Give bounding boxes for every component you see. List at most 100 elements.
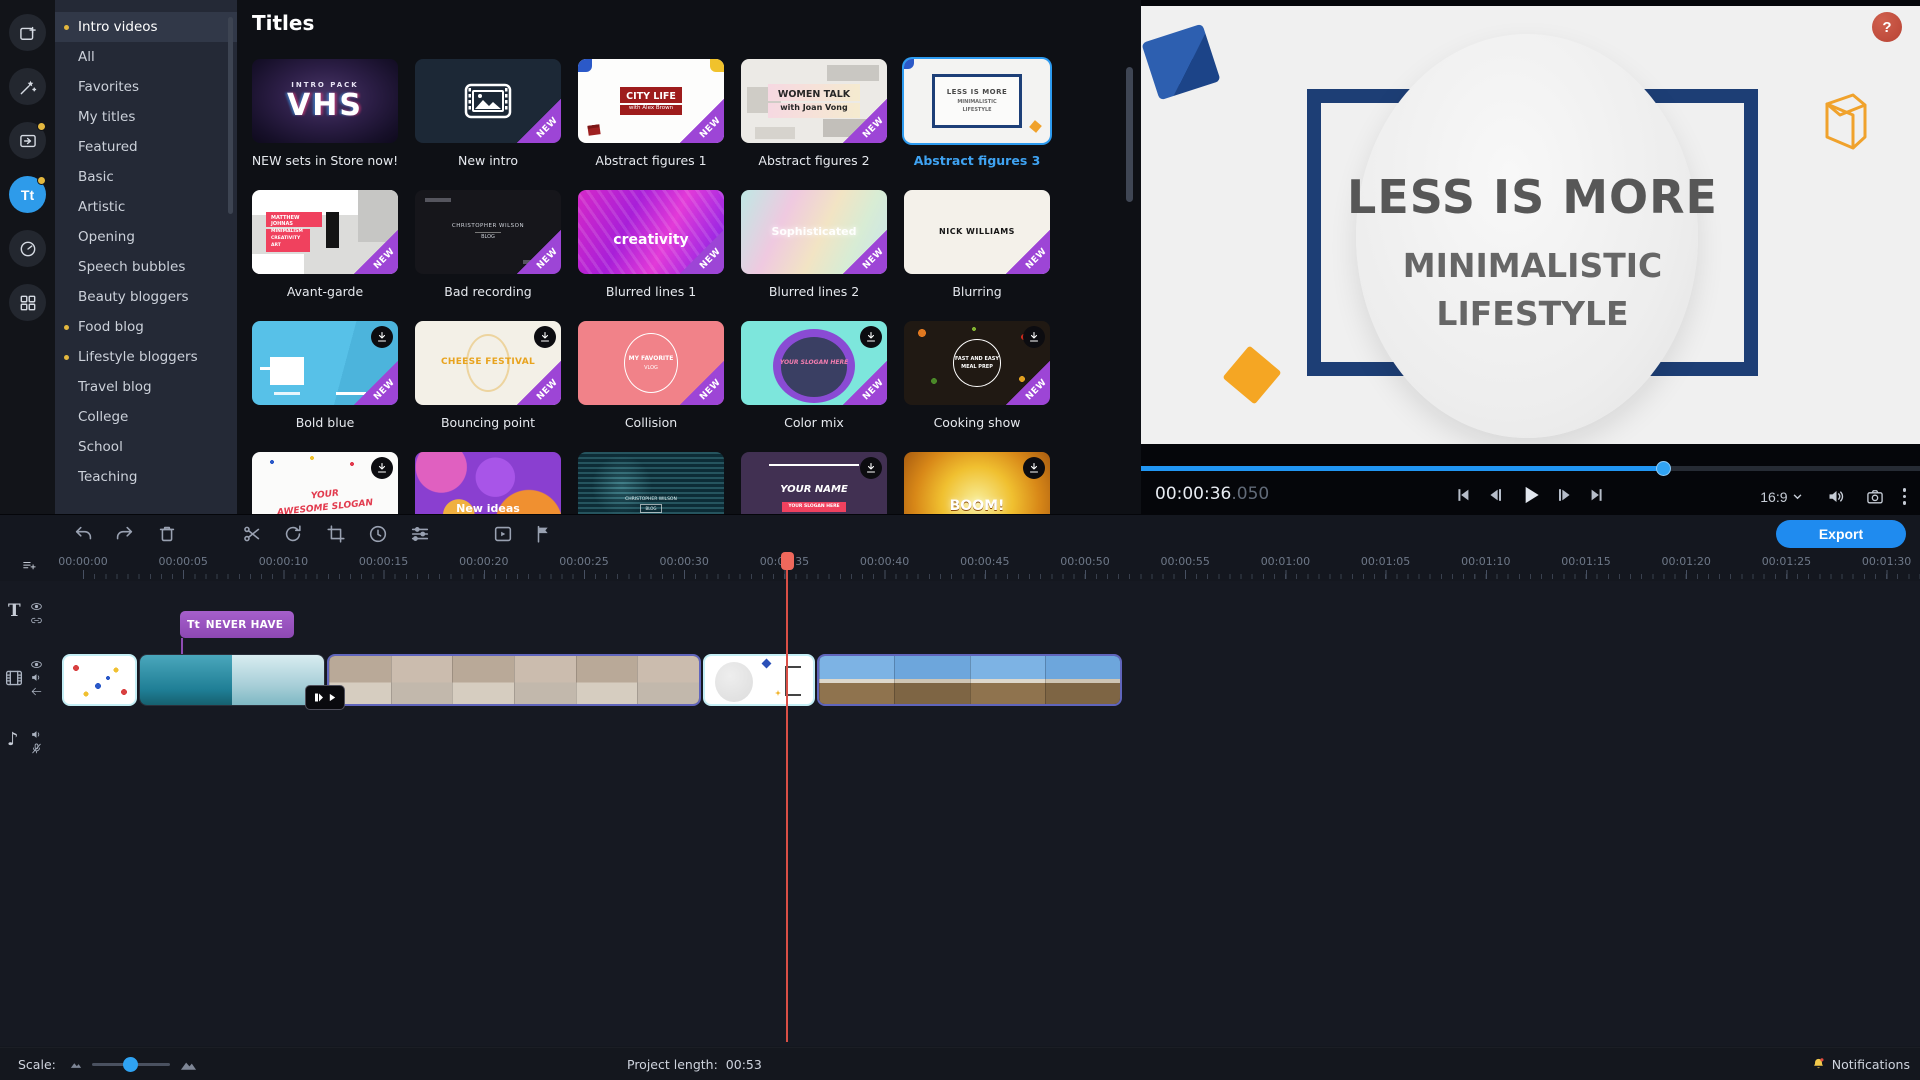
zoom-in-icon[interactable] <box>180 1059 197 1071</box>
category-item-featured[interactable]: Featured <box>55 132 237 162</box>
rail-more-tools-button[interactable] <box>9 284 46 321</box>
video-clip-city[interactable] <box>327 654 701 706</box>
title-template-bouncing-point[interactable]: CHEESE FESTIVALNEWBouncing point <box>415 321 561 452</box>
video-clip-titleframe[interactable] <box>703 654 815 706</box>
template-thumbnail[interactable]: YOURAWESOME SLOGAN <box>252 452 398 514</box>
title-template-abstract-figures-3[interactable]: LESS IS MOREMINIMALISTICLIFESTYLEAbstrac… <box>904 59 1050 190</box>
category-item-lifestyle-bloggers[interactable]: Lifestyle bloggers <box>55 342 237 372</box>
category-item-food-blog[interactable]: Food blog <box>55 312 237 342</box>
video-clip-confetti[interactable] <box>62 654 137 706</box>
transition-badge[interactable] <box>305 685 345 710</box>
category-item-travel-blog[interactable]: Travel blog <box>55 372 237 402</box>
delete-button[interactable] <box>154 521 180 547</box>
category-item-artistic[interactable]: Artistic <box>55 192 237 222</box>
category-item-favorites[interactable]: Favorites <box>55 72 237 102</box>
rotate-button[interactable] <box>280 521 306 547</box>
overlay-track-button[interactable] <box>490 521 516 547</box>
title-template-collision[interactable]: MY FAVORITEVLOGNEWCollision <box>578 321 724 452</box>
seek-handle[interactable] <box>1656 461 1671 476</box>
category-item-teaching[interactable]: Teaching <box>55 462 237 492</box>
help-button[interactable]: ? <box>1872 12 1902 42</box>
category-scrollbar[interactable] <box>228 17 233 214</box>
template-thumbnail[interactable]: YOUR NAMEYOUR SLOGAN HERE <box>741 452 887 514</box>
split-button[interactable] <box>239 521 265 547</box>
titles-scrollbar[interactable] <box>1126 0 1133 514</box>
add-track-button[interactable] <box>16 554 42 578</box>
category-item-basic[interactable]: Basic <box>55 162 237 192</box>
timeline-ruler[interactable]: 00:00:0000:00:0500:00:1000:00:1500:00:20… <box>0 552 1920 581</box>
category-item-beauty-bloggers[interactable]: Beauty bloggers <box>55 282 237 312</box>
clip-properties-button[interactable] <box>407 521 433 547</box>
template-thumbnail[interactable]: CITY LIFEwith Alex BrownNEW <box>578 59 724 143</box>
seek-bar[interactable] <box>1141 466 1920 471</box>
title-template-yourname[interactable]: YOUR NAMEYOUR SLOGAN HERE <box>741 452 887 514</box>
titles-scrollbar-thumb[interactable] <box>1126 67 1133 202</box>
notifications-button[interactable]: Notifications <box>1811 1048 1910 1080</box>
title-template-abstract-figures-2[interactable]: WOMEN TALKwith Joan VongNEWAbstract figu… <box>741 59 887 190</box>
title-template-boom[interactable]: BOOM! <box>904 452 1050 514</box>
play-button[interactable] <box>1515 480 1545 510</box>
template-thumbnail[interactable]: MATTHEW JOHNASMINIMALISM CREATIVITY ARTN… <box>252 190 398 274</box>
category-item-intro-videos[interactable]: Intro videos <box>55 12 237 42</box>
template-thumbnail[interactable]: INTRO PACKVHS <box>252 59 398 143</box>
rail-titles-button[interactable]: Tt <box>9 176 46 213</box>
zoom-slider-knob[interactable] <box>123 1057 138 1072</box>
title-template-new-intro[interactable]: NEWNew intro <box>415 59 561 190</box>
audio-track-mic-toggle[interactable] <box>30 742 43 755</box>
rail-speed-button[interactable] <box>9 230 46 267</box>
rail-filters-button[interactable] <box>9 68 46 105</box>
title-template-blurred-lines-2[interactable]: SophisticatedNEWBlurred lines 2 <box>741 190 887 321</box>
title-template-bold-blue[interactable]: NEWBold blue <box>252 321 398 452</box>
timeline-title-clip[interactable]: Tt NEVER HAVE <box>180 611 294 638</box>
template-thumbnail[interactable]: NICK WILLIAMSNEW <box>904 190 1050 274</box>
zoom-out-icon[interactable] <box>70 1060 82 1069</box>
category-item-all[interactable]: All <box>55 42 237 72</box>
template-thumbnail[interactable]: FAST AND EASYMEAL PREPNEW <box>904 321 1050 405</box>
title-track-visibility-toggle[interactable] <box>30 600 43 613</box>
template-thumbnail[interactable]: SophisticatedNEW <box>741 190 887 274</box>
category-item-opening[interactable]: Opening <box>55 222 237 252</box>
template-thumbnail[interactable]: CHEESE FESTIVALNEW <box>415 321 561 405</box>
previous-frame-button[interactable] <box>1483 483 1507 507</box>
title-template-blurring[interactable]: NICK WILLIAMSNEWBlurring <box>904 190 1050 321</box>
template-thumbnail[interactable]: LESS IS MOREMINIMALISTICLIFESTYLE <box>904 59 1050 143</box>
template-thumbnail[interactable]: creativityNEW <box>578 190 724 274</box>
category-item-school[interactable]: School <box>55 432 237 462</box>
video-clip-sea[interactable] <box>139 654 325 706</box>
title-template-new-sets-in-store-now-[interactable]: INTRO PACKVHSNEW sets in Store now! <box>252 59 398 190</box>
template-thumbnail[interactable]: YOUR SLOGAN HERENEW <box>741 321 887 405</box>
template-thumbnail[interactable]: WOMEN TALKwith Joan VongNEW <box>741 59 887 143</box>
next-frame-button[interactable] <box>1553 483 1577 507</box>
title-template-glitch[interactable]: CHRISTOPHER WILSONBLOG <box>578 452 724 514</box>
video-clip-mountain[interactable] <box>817 654 1122 706</box>
audio-track-mute-toggle[interactable] <box>30 728 43 741</box>
template-thumbnail[interactable]: New ideas <box>415 452 561 514</box>
template-thumbnail[interactable]: CHRISTOPHER WILSONBLOG <box>578 452 724 514</box>
export-button[interactable]: Export <box>1776 520 1906 548</box>
rail-import-media-button[interactable] <box>9 14 46 51</box>
title-template-bad-recording[interactable]: CHRISTOPHER WILSONBLOGNEWBad recording <box>415 190 561 321</box>
aspect-ratio-selector[interactable]: 16:9 <box>1754 488 1807 506</box>
title-track-link-toggle[interactable] <box>30 614 43 627</box>
title-template-blurred-lines-1[interactable]: creativityNEWBlurred lines 1 <box>578 190 724 321</box>
title-template-slogan[interactable]: YOURAWESOME SLOGAN <box>252 452 398 514</box>
redo-button[interactable] <box>111 521 137 547</box>
title-template-abstract-figures-1[interactable]: CITY LIFEwith Alex BrownNEWAbstract figu… <box>578 59 724 190</box>
template-thumbnail[interactable]: NEW <box>252 321 398 405</box>
skip-to-end-button[interactable] <box>1585 483 1609 507</box>
template-thumbnail[interactable]: NEW <box>415 59 561 143</box>
category-item-speech-bubbles[interactable]: Speech bubbles <box>55 252 237 282</box>
undo-button[interactable] <box>71 521 97 547</box>
title-template-avant-garde[interactable]: MATTHEW JOHNASMINIMALISM CREATIVITY ARTN… <box>252 190 398 321</box>
category-item-my-titles[interactable]: My titles <box>55 102 237 132</box>
crop-button[interactable] <box>323 521 349 547</box>
title-template-cooking-show[interactable]: FAST AND EASYMEAL PREPNEWCooking show <box>904 321 1050 452</box>
category-item-college[interactable]: College <box>55 402 237 432</box>
title-template-newideas[interactable]: New ideas <box>415 452 561 514</box>
marker-button[interactable] <box>531 521 557 547</box>
preview-more-button[interactable] <box>1903 488 1907 505</box>
title-template-color-mix[interactable]: YOUR SLOGAN HERENEWColor mix <box>741 321 887 452</box>
template-thumbnail[interactable]: CHRISTOPHER WILSONBLOGNEW <box>415 190 561 274</box>
snapshot-button[interactable] <box>1865 487 1885 507</box>
volume-button[interactable] <box>1826 486 1847 507</box>
